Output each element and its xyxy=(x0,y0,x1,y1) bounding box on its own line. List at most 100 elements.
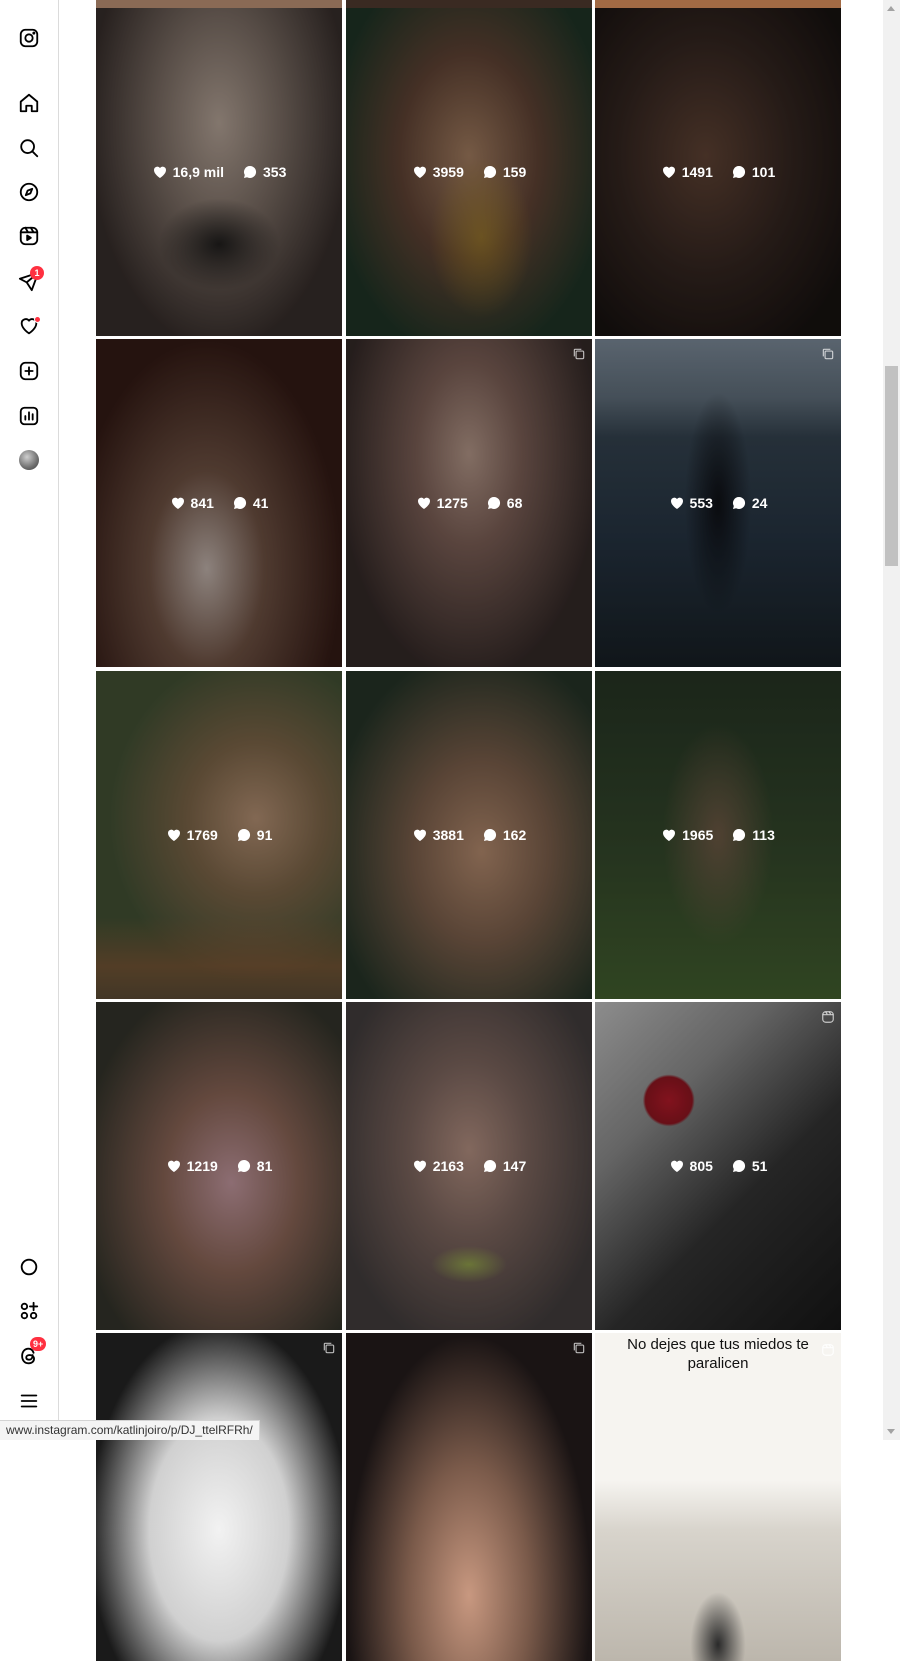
reel-icon xyxy=(821,1343,835,1357)
reels-icon[interactable] xyxy=(16,223,42,249)
post-stats: 1219 81 xyxy=(96,1158,342,1174)
post-tile[interactable]: 841 41 xyxy=(96,339,342,667)
post-tile[interactable]: 1491 101 xyxy=(595,8,841,336)
carousel-icon xyxy=(821,347,835,361)
post-stats: 1491 101 xyxy=(595,164,841,180)
likes-count: 1275 xyxy=(437,495,468,511)
scroll-thumb[interactable] xyxy=(885,366,898,566)
heart-icon xyxy=(412,827,428,843)
comments-count: 41 xyxy=(253,495,269,511)
explore-icon[interactable] xyxy=(16,179,42,205)
meta-ai-icon[interactable] xyxy=(16,1254,42,1280)
create-icon[interactable] xyxy=(16,358,42,384)
heart-icon xyxy=(416,495,432,511)
likes-count: 805 xyxy=(690,1158,713,1174)
likes-count: 841 xyxy=(191,495,214,511)
messages-badge: 1 xyxy=(30,266,44,280)
messages-icon[interactable]: 1 xyxy=(16,268,42,294)
comment-icon xyxy=(232,495,248,511)
comment-icon xyxy=(236,1158,252,1174)
comments-count: 159 xyxy=(503,164,526,180)
comment-icon xyxy=(482,1158,498,1174)
heart-icon xyxy=(166,1158,182,1174)
post-tile[interactable]: 3881 162 xyxy=(346,671,592,999)
post-stats: 3959 159 xyxy=(346,164,592,180)
sidebar-nav: 1 9+ xyxy=(0,0,59,1440)
post-tile[interactable] xyxy=(346,1333,592,1661)
post-tile[interactable]: No dejes que tus miedos te paralicen xyxy=(595,1333,841,1661)
post-stats: 16,9 mil 353 xyxy=(96,164,342,180)
post-tile-partial[interactable] xyxy=(595,0,841,8)
post-stats: 1275 68 xyxy=(346,495,592,511)
link-status-bar: www.instagram.com/katlinjoiro/p/DJ_ttelR… xyxy=(0,1420,260,1440)
comments-count: 101 xyxy=(752,164,775,180)
comment-icon xyxy=(486,495,502,511)
heart-icon xyxy=(412,164,428,180)
post-caption: No dejes que tus miedos te paralicen xyxy=(595,1335,841,1373)
heart-icon xyxy=(412,1158,428,1174)
comments-count: 51 xyxy=(752,1158,768,1174)
heart-icon xyxy=(669,495,685,511)
post-tile-partial[interactable] xyxy=(96,0,342,8)
heart-icon xyxy=(669,1158,685,1174)
heart-icon xyxy=(170,495,186,511)
likes-count: 1965 xyxy=(682,827,713,843)
comment-icon xyxy=(731,827,747,843)
profile-avatar[interactable] xyxy=(16,447,42,473)
likes-count: 1769 xyxy=(187,827,218,843)
comment-icon xyxy=(236,827,252,843)
post-tile[interactable]: 1965 113 xyxy=(595,671,841,999)
home-icon[interactable] xyxy=(16,90,42,116)
comments-count: 68 xyxy=(507,495,523,511)
comments-count: 113 xyxy=(752,827,775,843)
post-stats: 2163 147 xyxy=(346,1158,592,1174)
post-tile[interactable]: 553 24 xyxy=(595,339,841,667)
comments-count: 91 xyxy=(257,827,273,843)
post-grid: 16,9 mil 353 3959 159 1491 101 841 41 xyxy=(96,0,841,1440)
carousel-icon xyxy=(572,1341,586,1355)
scroll-down-arrow-icon[interactable] xyxy=(887,1429,895,1434)
post-stats: 3881 162 xyxy=(346,827,592,843)
heart-icon xyxy=(166,827,182,843)
post-tile[interactable]: 1219 81 xyxy=(96,1002,342,1330)
page-scrollbar[interactable] xyxy=(883,0,900,1440)
carousel-icon xyxy=(322,1341,336,1355)
comment-icon xyxy=(482,164,498,180)
post-stats: 841 41 xyxy=(96,495,342,511)
post-tile-partial[interactable] xyxy=(346,0,592,8)
instagram-logo-icon[interactable] xyxy=(16,25,42,51)
post-stats: 805 51 xyxy=(595,1158,841,1174)
reel-icon xyxy=(821,1010,835,1024)
post-tile[interactable]: 16,9 mil 353 xyxy=(96,8,342,336)
comment-icon xyxy=(731,495,747,511)
heart-icon xyxy=(661,827,677,843)
comments-count: 162 xyxy=(503,827,526,843)
post-tile[interactable] xyxy=(96,1333,342,1661)
threads-badge: 9+ xyxy=(30,1337,46,1351)
heart-icon xyxy=(661,164,677,180)
notification-dot xyxy=(34,316,41,323)
search-icon[interactable] xyxy=(16,135,42,161)
also-from-meta-icon[interactable] xyxy=(16,1298,42,1324)
heart-icon xyxy=(152,164,168,180)
more-menu-icon[interactable] xyxy=(16,1388,42,1414)
comments-count: 81 xyxy=(257,1158,273,1174)
post-tile[interactable]: 1769 91 xyxy=(96,671,342,999)
threads-icon[interactable]: 9+ xyxy=(16,1343,42,1369)
post-stats: 1965 113 xyxy=(595,827,841,843)
comment-icon xyxy=(242,164,258,180)
comments-count: 147 xyxy=(503,1158,526,1174)
post-tile[interactable]: 3959 159 xyxy=(346,8,592,336)
post-tile[interactable]: 2163 147 xyxy=(346,1002,592,1330)
likes-count: 2163 xyxy=(433,1158,464,1174)
dashboard-icon[interactable] xyxy=(16,403,42,429)
comments-count: 24 xyxy=(752,495,768,511)
likes-count: 3959 xyxy=(433,164,464,180)
comment-icon xyxy=(731,1158,747,1174)
notifications-icon[interactable] xyxy=(16,313,42,339)
post-tile[interactable]: 1275 68 xyxy=(346,339,592,667)
post-tile[interactable]: 805 51 xyxy=(595,1002,841,1330)
scroll-up-arrow-icon[interactable] xyxy=(887,6,895,11)
likes-count: 553 xyxy=(690,495,713,511)
comment-icon xyxy=(482,827,498,843)
